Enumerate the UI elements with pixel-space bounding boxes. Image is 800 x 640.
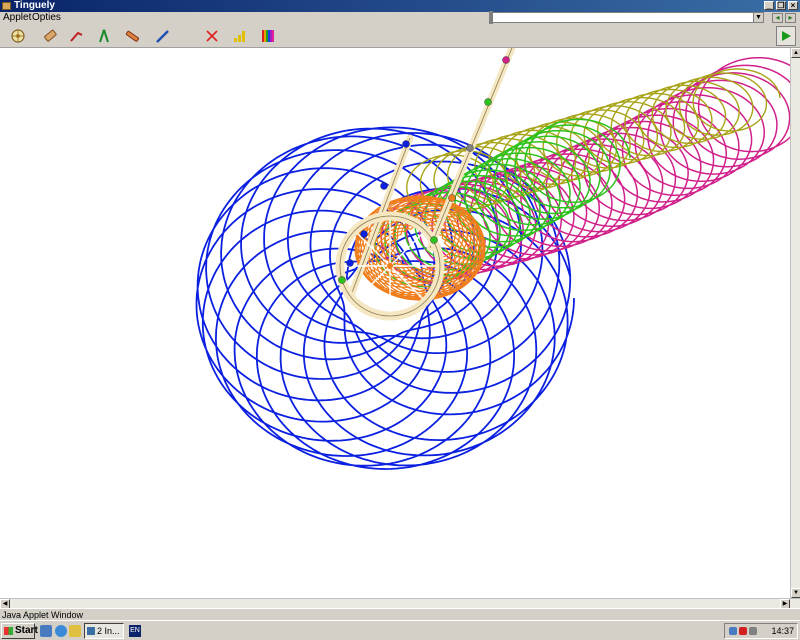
pen-icon — [156, 30, 169, 43]
pen-joint — [484, 98, 492, 106]
window-icon — [87, 627, 95, 635]
status-text: Java Applet Window — [2, 610, 84, 620]
desktop-icon[interactable] — [40, 625, 52, 637]
pen-joint — [502, 56, 510, 64]
start-button[interactable]: Start — [1, 623, 38, 639]
x-icon — [206, 30, 218, 42]
pen-joint — [430, 236, 438, 244]
colors-icon — [262, 30, 274, 42]
clock: 14:37 — [771, 626, 794, 636]
wheel-icon — [11, 29, 25, 43]
forward-arrow-icon[interactable]: ▸ — [785, 13, 796, 23]
play-button[interactable] — [776, 26, 796, 46]
applet-status-bar: Java Applet Window — [0, 608, 800, 620]
speed-tool[interactable] — [230, 26, 250, 46]
delete-tool[interactable] — [202, 26, 222, 46]
title-bar: Tinguely _ ❐ × — [0, 0, 800, 12]
menu-applet[interactable]: Applet — [3, 12, 31, 23]
pen-joint — [448, 194, 456, 202]
pen-tool[interactable] — [152, 26, 172, 46]
windows-logo-icon — [4, 627, 13, 635]
start-label: Start — [15, 625, 38, 636]
rod-tool[interactable] — [122, 26, 142, 46]
browser-icon[interactable] — [55, 625, 67, 637]
taskbar: Start 2 In... EN 14:37 — [0, 620, 800, 640]
wheel-tool[interactable] — [8, 26, 28, 46]
eraser-icon — [44, 29, 57, 42]
drawing-canvas[interactable] — [0, 48, 790, 598]
play-icon — [782, 31, 791, 41]
chevron-down-icon[interactable]: ▼ — [753, 13, 763, 22]
bars-icon — [234, 31, 245, 42]
network-icon[interactable] — [729, 627, 737, 635]
crank-tool[interactable] — [66, 26, 86, 46]
back-arrow-icon[interactable]: ◂ — [772, 13, 783, 23]
pen-joint — [380, 182, 388, 190]
folder-icon[interactable] — [69, 625, 81, 637]
address-combo[interactable]: ▼ — [492, 12, 764, 23]
vertical-scrollbar[interactable]: ▲ ▼ — [790, 48, 800, 598]
scroll-up-icon[interactable]: ▲ — [791, 48, 800, 58]
window-title: Tinguely — [14, 0, 55, 11]
crank-icon — [70, 31, 83, 42]
volume-icon[interactable] — [749, 627, 757, 635]
compass-icon — [99, 29, 109, 43]
restore-button[interactable]: ❐ — [776, 1, 786, 10]
scroll-down-icon[interactable]: ▼ — [791, 588, 800, 598]
applet-icon — [2, 2, 11, 10]
pen-joint — [360, 230, 368, 238]
language-indicator[interactable]: EN — [129, 625, 141, 637]
pen-joint — [466, 144, 474, 152]
horizontal-scrollbar[interactable]: ◀ ▶ — [0, 598, 800, 609]
toolbar — [0, 24, 800, 48]
pen-joint — [338, 276, 346, 284]
spirograph-drawing[interactable] — [0, 48, 790, 598]
taskbar-task[interactable]: 2 In... — [84, 623, 124, 639]
system-tray: 14:37 — [724, 623, 798, 639]
compass-tool[interactable] — [94, 26, 114, 46]
eraser-tool[interactable] — [40, 26, 60, 46]
menu-opties[interactable]: Opties — [32, 12, 61, 23]
minimize-button[interactable]: _ — [764, 1, 774, 10]
colors-tool[interactable] — [258, 26, 278, 46]
task-label: 2 In... — [97, 626, 120, 636]
wheel-hub — [387, 263, 393, 269]
security-icon[interactable] — [739, 627, 747, 635]
rod-icon — [125, 30, 139, 42]
pen-joint — [346, 259, 354, 267]
pen-joint — [402, 140, 410, 148]
close-button[interactable]: × — [788, 1, 798, 10]
